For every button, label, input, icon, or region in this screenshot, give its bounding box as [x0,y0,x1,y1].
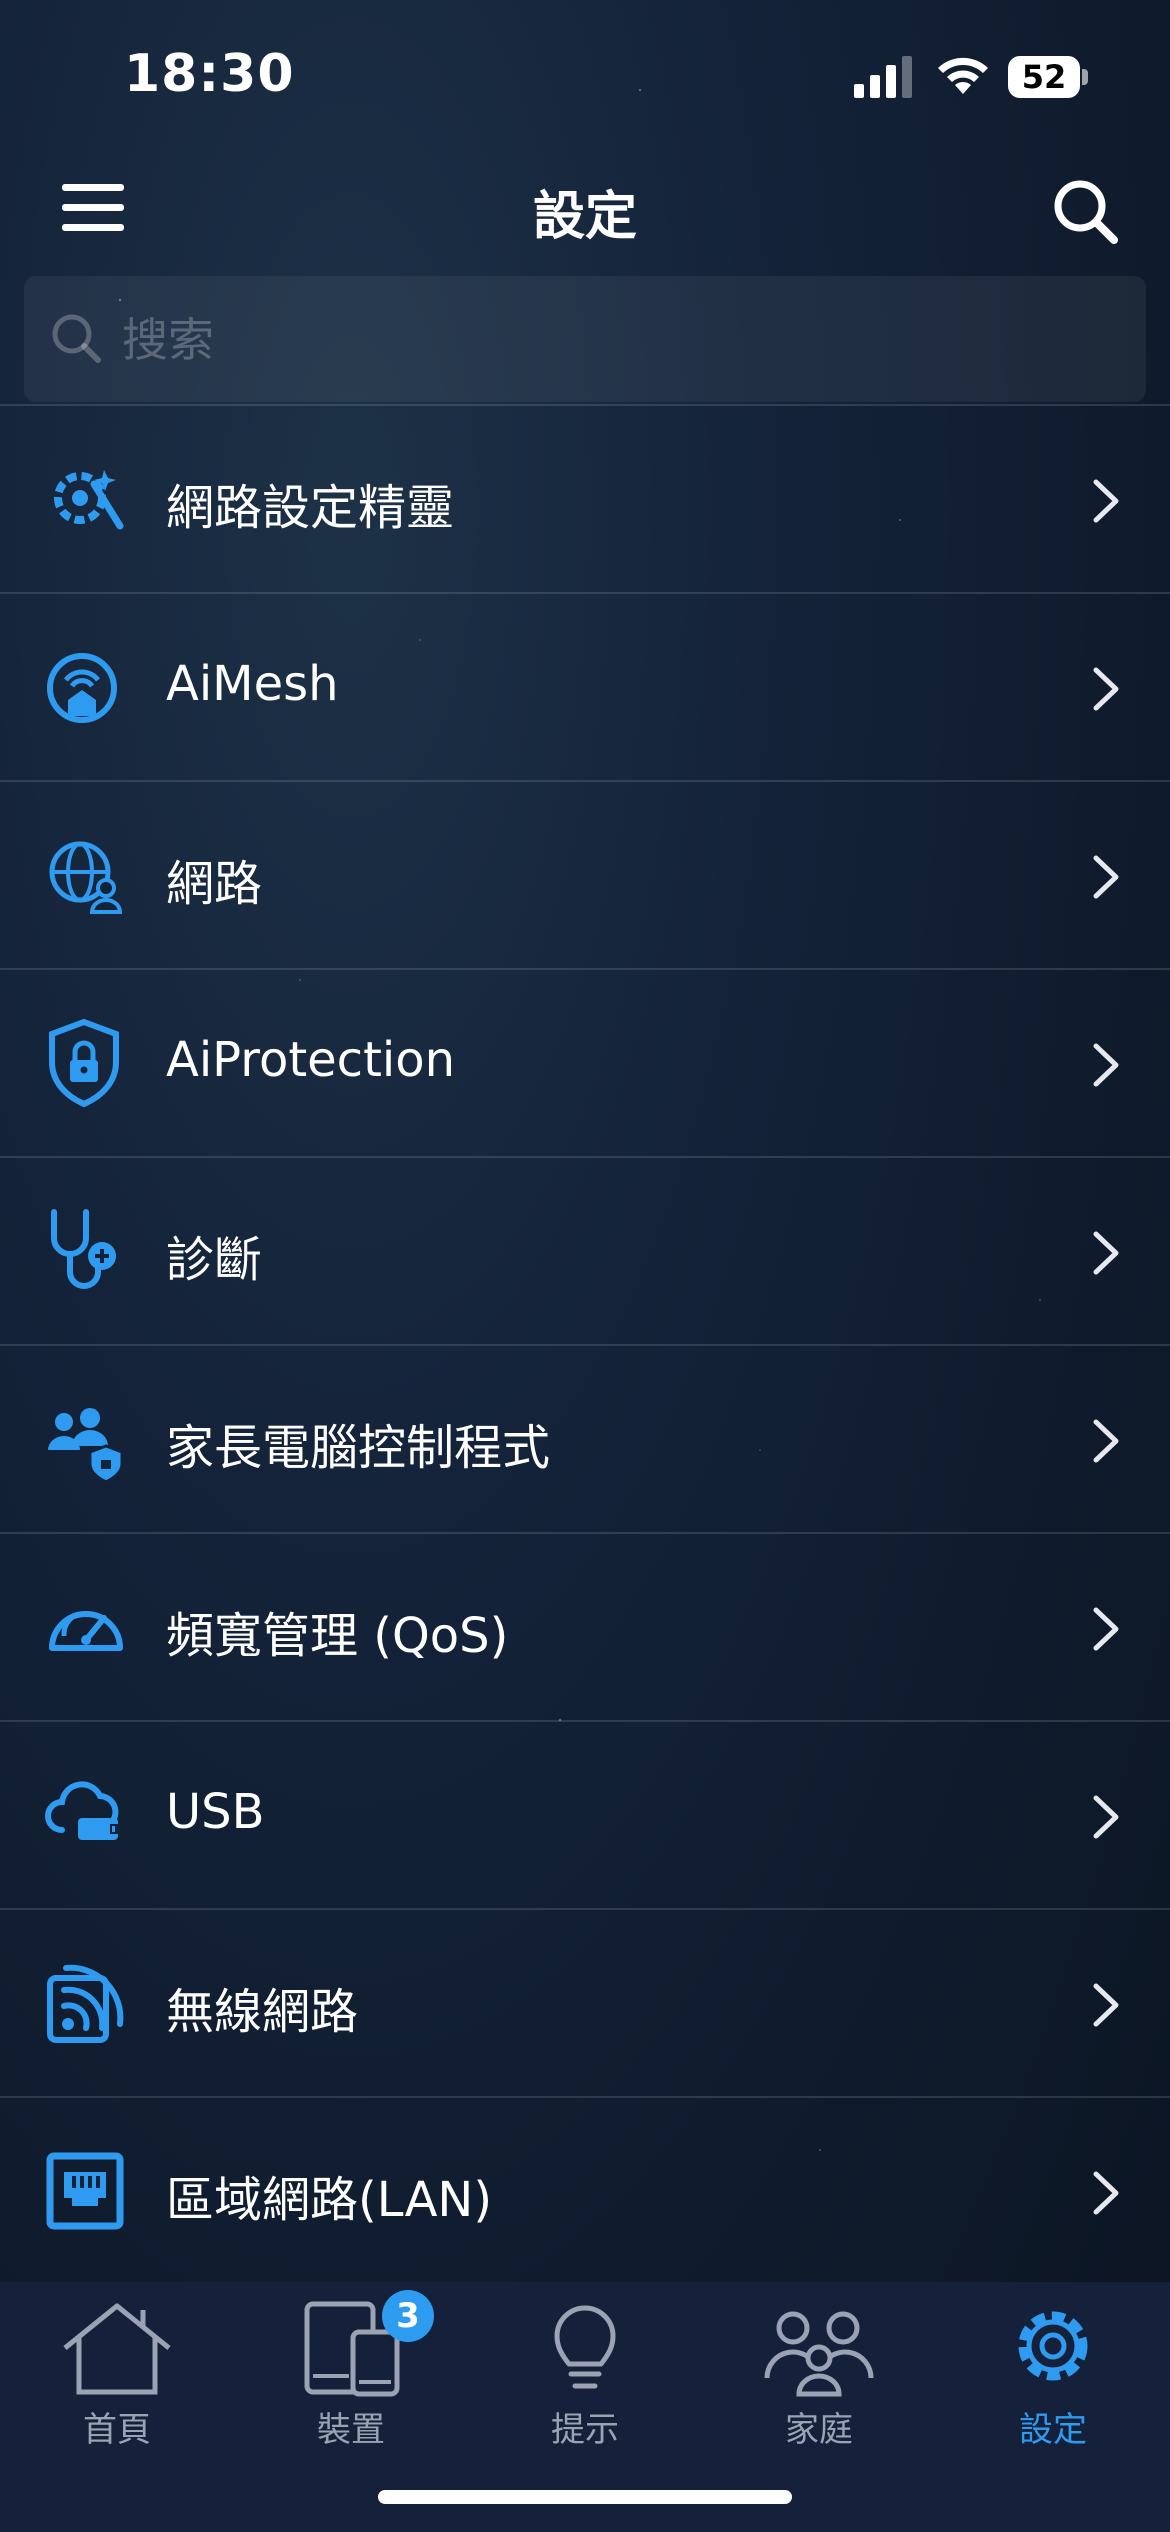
status-bar: 18:30 52 [0,0,1170,150]
settings-item-diagnostics[interactable]: 診斷 [0,1156,1170,1344]
settings-item-wireless[interactable]: 無線網路 [0,1908,1170,2096]
aimesh-icon [47,653,117,723]
tab-label: 提示 [551,2410,619,2450]
battery-level: 52 [1008,56,1080,98]
speedometer-icon [49,1611,123,1651]
battery-indicator: 52 [1008,56,1088,98]
settings-list: 網路設定精靈 AiMesh 網路 AiProtection 診斷 家長電腦控制程… [0,404,1170,2284]
settings-item-label: AiProtection [166,1032,456,1088]
chevron-right-icon [1093,667,1119,711]
settings-item-label: 網路 [166,856,263,912]
settings-item-label: AiMesh [166,656,339,712]
chevron-right-icon [1093,855,1119,899]
settings-item-setup-wizard[interactable]: 網路設定精靈 [0,404,1170,592]
settings-item-parental-controls[interactable]: 家長電腦控制程式 [0,1344,1170,1532]
globe-user-icon [49,841,123,914]
settings-item-label: 頻寬管理 (QoS) [166,1608,509,1664]
tab-label: 家庭 [785,2410,853,2450]
chevron-right-icon [1093,479,1119,523]
search-field[interactable] [24,276,1146,402]
chevron-right-icon [1093,1607,1119,1651]
chevron-right-icon [1093,1231,1119,1275]
wizard-gear-icon [54,470,124,530]
stethoscope-icon [51,1209,116,1289]
settings-item-usb[interactable]: USB [0,1720,1170,1908]
lan-port-icon [46,2152,124,2230]
cellular-signal-icon [854,56,912,98]
chevron-right-icon [1093,1795,1119,1839]
parental-control-icon [48,1408,124,1484]
settings-item-qos[interactable]: 頻寬管理 (QoS) [0,1532,1170,1720]
chevron-right-icon [1093,2171,1119,2215]
wireless-icon [47,1964,124,2043]
home-indicator [378,2490,792,2504]
status-time: 18:30 [124,44,295,104]
wifi-icon [938,57,988,94]
settings-item-label: 家長電腦控制程式 [166,1420,551,1476]
search-field-icon [52,314,101,363]
family-icon [764,2311,874,2397]
cloud-usb-icon [45,1781,120,1840]
home-icon [63,2303,171,2395]
settings-item-aiprotection[interactable]: AiProtection [0,968,1170,1156]
tab-tips[interactable]: 提示 [468,2298,702,2478]
chevron-right-icon [1093,1043,1119,1087]
app-header: 設定 [0,150,1170,260]
settings-item-label: 網路設定精靈 [166,480,455,536]
search-icon[interactable] [1050,176,1120,246]
settings-item-network[interactable]: 網路 [0,780,1170,968]
tab-label: 首頁 [83,2410,151,2450]
tab-label: 裝置 [317,2410,385,2450]
settings-item-aimesh[interactable]: AiMesh [0,592,1170,780]
settings-item-lan[interactable]: 區域網路(LAN) [0,2096,1170,2284]
search-input[interactable] [120,304,1124,376]
settings-item-label: 區域網路(LAN) [166,2172,493,2228]
gear-icon [1018,2311,1088,2381]
chevron-right-icon [1093,1983,1119,2027]
devices-count-badge: 3 [382,2290,434,2342]
settings-item-label: 無線網路 [166,1984,359,2040]
tab-devices[interactable]: 3 裝置 [234,2290,468,2478]
settings-item-label: 診斷 [166,1232,263,1288]
tab-label: 設定 [1019,2410,1087,2450]
tab-settings[interactable]: 設定 [936,2298,1170,2478]
tab-family[interactable]: 家庭 [702,2298,936,2478]
shield-lock-icon [49,1018,119,1108]
page-title: 設定 [532,187,637,247]
settings-item-label: USB [166,1784,265,1840]
tab-home[interactable]: 首頁 [0,2298,234,2478]
chevron-right-icon [1093,1419,1119,1463]
lightbulb-icon [554,2305,616,2389]
